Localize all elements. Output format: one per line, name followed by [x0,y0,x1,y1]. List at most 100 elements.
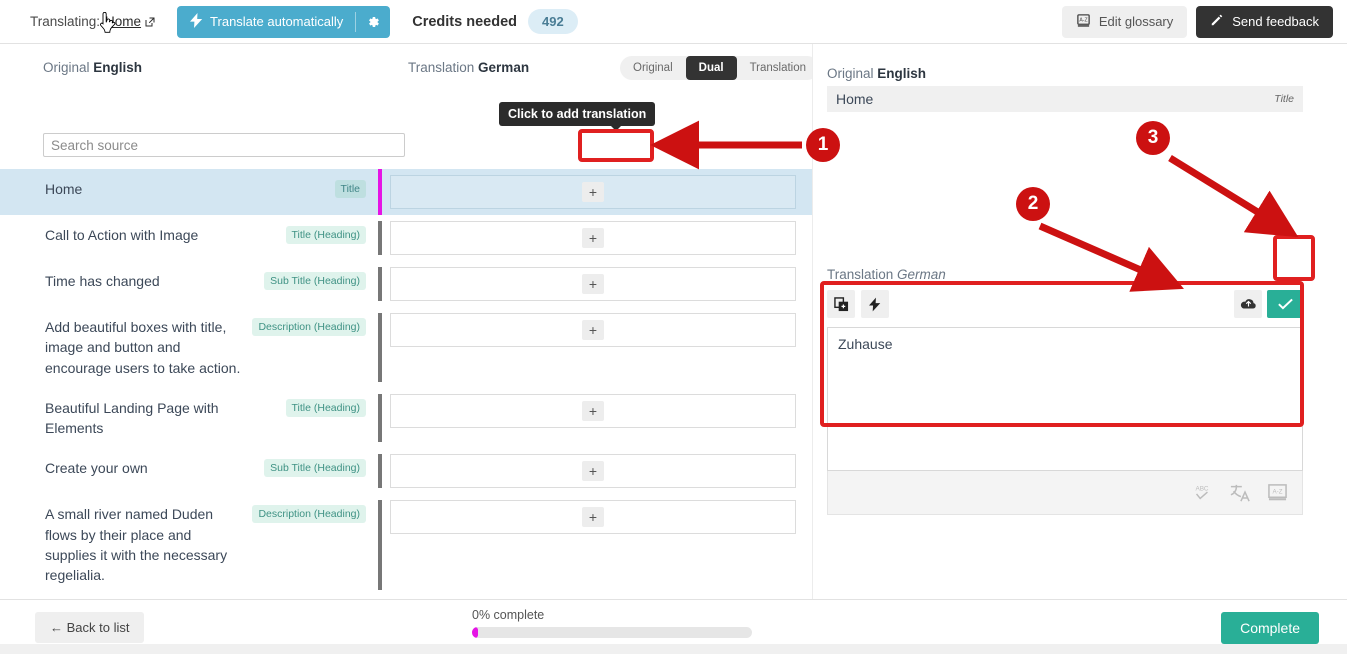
source-type-badge: Title (Heading) [285,226,366,244]
credits-indicator: Credits needed 492 [412,9,578,34]
translate-automatically-label: Translate automatically [210,14,344,29]
column-headers: Original English Translation German Orig… [0,56,812,82]
source-type-badge: Sub Title (Heading) [264,272,366,290]
translation-prefix: Translation [408,60,475,75]
table-row[interactable]: Add beautiful boxes with title, image an… [0,307,812,388]
edit-glossary-button[interactable]: A-Z Edit glossary [1061,5,1188,38]
source-text: Add beautiful boxes with title, image an… [45,319,241,376]
editor-translation-header: Translation German [827,267,946,282]
editor-original-type: Title [1274,93,1294,105]
translation-cell-box[interactable]: + [390,175,796,209]
editor-original-value: Home Title [827,86,1303,112]
translation-cell-box[interactable]: + [390,454,796,489]
view-mode-switch[interactable]: Original Dual Translation [620,56,812,80]
translate-automatically-button[interactable]: Translate automatically [177,5,391,38]
translation-cell-box[interactable]: + [390,221,796,255]
translation-cell-add-button[interactable]: + [582,228,604,248]
translation-cell-box[interactable]: + [390,500,796,535]
string-editor-pane: Original English Home Title Translation … [812,44,1347,599]
editor-footer: ABC A-Z [827,471,1303,515]
table-row[interactable]: Home Title + [0,169,812,215]
edit-glossary-label: Edit glossary [1098,14,1174,29]
source-type-badge: Title (Heading) [285,398,366,417]
translation-cell[interactable]: + [382,169,812,215]
source-cell[interactable]: Create your own Sub Title (Heading) [0,448,378,494]
svg-text:A-Z: A-Z [1079,17,1087,23]
complete-button[interactable]: Complete [1221,612,1319,644]
translation-cell[interactable]: + [382,448,812,494]
translation-cell-add-button[interactable]: + [582,461,604,482]
source-cell[interactable]: Home Title [0,169,378,215]
add-translation-tooltip: Click to add translation [499,102,656,131]
translation-cell-add-button[interactable]: + [582,182,604,202]
send-feedback-label: Send feedback [1232,14,1319,29]
auto-translate-bolt-icon[interactable] [861,290,889,318]
translation-cell-box[interactable]: + [390,313,796,347]
editor-original-language: English [877,66,927,81]
table-row[interactable]: Time has changed Sub Title (Heading) + [0,261,812,307]
source-type-badge: Title [334,180,366,198]
glossary-icon[interactable]: A-Z [1267,483,1288,502]
original-prefix: Original [43,60,90,75]
source-cell[interactable]: Add beautiful boxes with title, image an… [0,307,378,388]
table-row[interactable]: Beautiful Landing Page with Elements Titl… [0,388,812,449]
view-mode-translation[interactable]: Translation [737,56,812,80]
source-text: Time has changed [45,273,160,289]
translation-cell-add-button[interactable]: + [582,507,604,528]
translation-cell-add-button[interactable]: + [582,320,604,340]
view-mode-dual[interactable]: Dual [685,56,737,80]
source-text: Call to Action with Image [45,227,199,243]
source-cell[interactable]: Call to Action with Image Title (Heading) [0,215,378,261]
original-column-header: Original English [43,60,142,75]
table-row[interactable]: Create your own Sub Title (Heading) + [0,448,812,494]
pencil-icon [1210,13,1224,30]
translation-cell-add-button[interactable]: + [582,400,604,421]
credits-value: 492 [527,9,578,34]
svg-text:ABC: ABC [1195,485,1208,492]
spellcheck-icon[interactable]: ABC [1191,483,1213,503]
gear-icon[interactable] [356,6,390,38]
source-cell[interactable]: A small river named Duden flows by their… [0,494,378,595]
translation-cell[interactable]: + [382,261,812,307]
source-text: Home [45,181,83,197]
source-text: A small river named Duden flows by their… [45,506,228,584]
external-link-icon [145,15,155,27]
source-type-badge: Description (Heading) [252,318,366,336]
annotation-number-1: 1 [806,128,840,162]
translation-textarea[interactable] [827,327,1303,471]
translation-cell-box[interactable]: + [390,267,796,301]
view-mode-original[interactable]: Original [620,56,686,80]
editor-toolbar-right [1234,290,1303,318]
progress-label: 0% complete [472,608,545,622]
progress-track [472,627,752,638]
translation-cell[interactable]: + [382,494,812,595]
confirm-translation-button[interactable] [1267,290,1303,318]
table-row[interactable]: A small river named Duden flows by their… [0,494,812,595]
translate-icon[interactable] [1229,483,1251,503]
editor-original-header: Original English [827,66,926,81]
send-feedback-button[interactable]: Send feedback [1196,5,1333,38]
translation-column-header: Translation German [408,60,529,75]
copy-source-icon[interactable] [827,290,855,318]
source-type-badge: Description (Heading) [252,505,366,524]
source-text: Create your own [45,460,148,477]
translation-cell-add-button[interactable]: + [582,274,604,294]
svg-text:A-Z: A-Z [1273,488,1283,495]
translation-cell-box[interactable]: + [390,393,796,428]
editor-original-text: Home [836,91,874,107]
search-input[interactable] [43,133,405,157]
translation-cell[interactable]: + [382,307,812,388]
translation-cell[interactable]: + [382,388,812,449]
source-cell[interactable]: Time has changed Sub Title (Heading) [0,261,378,307]
table-row[interactable]: Call to Action with Image Title (Heading)… [0,215,812,261]
translation-cell[interactable]: + [382,215,812,261]
top-toolbar: Translating: Home Translate automaticall… [0,0,1347,44]
cloud-save-icon[interactable] [1234,290,1262,318]
editor-translation-prefix: Translation [827,267,894,282]
translate-automatically-main[interactable]: Translate automatically [177,6,355,38]
source-cell[interactable]: Beautiful Landing Page with Elements Titl… [0,388,378,449]
translating-page-link[interactable]: Home [105,14,155,29]
editor-translation-language: German [897,267,946,282]
back-to-list-button[interactable]: ← Back to list [35,611,145,643]
source-text: Beautiful Landing Page with Elements [45,399,219,437]
